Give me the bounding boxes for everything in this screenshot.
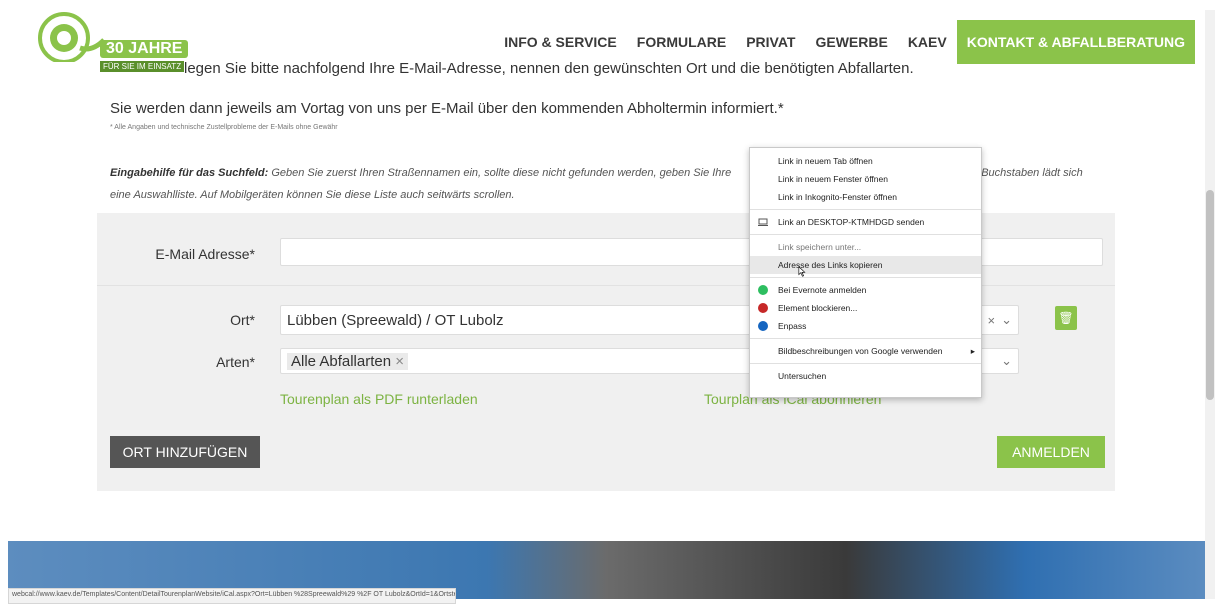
ctx-label: Adresse des Links kopieren <box>778 260 883 270</box>
ctx-label: Link in neuem Tab öffnen <box>778 156 873 166</box>
ctx-google-image-descriptions[interactable]: Bildbeschreibungen von Google verwenden ▸ <box>750 342 981 360</box>
ctx-separator <box>750 277 981 278</box>
ctx-separator <box>750 234 981 235</box>
top-navigation: 30 JAHRE FÜR SIE IM EINSATZ INFO & SERVI… <box>0 10 1205 72</box>
anniversary-subtitle: FÜR SIE IM EINSATZ <box>100 61 185 72</box>
ctx-label: Enpass <box>778 321 807 331</box>
ctx-evernote[interactable]: Bei Evernote anmelden <box>750 281 981 299</box>
anniversary-badge: 30 JAHRE <box>100 40 189 58</box>
intro-line-1: legen Sie bitte nachfolgend Ihre E-Mail-… <box>184 60 914 77</box>
ctx-label: Link speichern unter... <box>778 242 862 252</box>
ctx-inspect[interactable]: Untersuchen <box>750 367 981 385</box>
ctx-save-link[interactable]: Link speichern unter... <box>750 238 981 256</box>
scrollbar-thumb[interactable] <box>1206 190 1214 400</box>
ctx-label: Untersuchen <box>778 371 827 381</box>
hint-line-2: eine Auswahlliste. Auf Mobilgeräten könn… <box>110 189 515 201</box>
tag-remove-icon[interactable]: × <box>395 353 404 370</box>
ctx-label: Link in Inkognito-Fenster öffnen <box>778 192 897 202</box>
email-label: E-Mail Adresse* <box>155 246 255 262</box>
submenu-arrow-icon: ▸ <box>970 346 975 356</box>
menu-item-kontakt[interactable]: KONTAKT & ABFALLBERATUNG <box>956 20 1195 64</box>
arten-label: Arten* <box>216 354 255 370</box>
ctx-open-new-window[interactable]: Link in neuem Fenster öffnen <box>750 170 981 188</box>
kaev-logo[interactable] <box>30 12 110 62</box>
cursor-icon <box>798 266 806 277</box>
ctx-label: Element blockieren... <box>778 303 858 313</box>
ctx-separator <box>750 363 981 364</box>
menu-item-kaev[interactable]: KAEV <box>898 20 957 64</box>
context-menu: Link in neuem Tab öffnen Link in neuem F… <box>749 147 982 398</box>
menu-item-formulare[interactable]: FORMULARE <box>627 20 736 64</box>
scrollbar[interactable] <box>1205 10 1215 599</box>
ctx-separator <box>750 338 981 339</box>
ctx-open-new-tab[interactable]: Link in neuem Tab öffnen <box>750 152 981 170</box>
arten-tag-label: Alle Abfallarten <box>291 352 392 370</box>
arten-tag: Alle Abfallarten × <box>287 352 409 370</box>
ort-value: Lübben (Spreewald) / OT Lubolz <box>287 311 504 329</box>
add-location-button[interactable]: ORT HINZUFÜGEN <box>110 436 260 468</box>
menu-item-info-service[interactable]: INFO & SERVICE <box>494 20 627 64</box>
ctx-block-element[interactable]: Element blockieren... <box>750 299 981 317</box>
status-bar-url: webcal://www.kaev.de/Templates/Content/D… <box>8 588 456 604</box>
ctx-send-to-device[interactable]: Link an DESKTOP-KTMHDGD senden <box>750 213 981 231</box>
ctx-separator <box>750 209 981 210</box>
ctx-open-incognito[interactable]: Link in Inkognito-Fenster öffnen <box>750 188 981 206</box>
submit-button[interactable]: ANMELDEN <box>997 436 1105 468</box>
device-icon <box>758 218 768 226</box>
ctx-enpass[interactable]: Enpass <box>750 317 981 335</box>
trash-icon: 🗑 <box>1058 311 1074 325</box>
evernote-icon <box>758 285 768 295</box>
main-menu: INFO & SERVICE FORMULARE PRIVAT GEWERBE … <box>494 20 1195 64</box>
clear-icon[interactable]: × <box>988 313 996 328</box>
intro-line-2: Sie werden dann jeweils am Vortag von un… <box>110 100 784 117</box>
ctx-label: Bei Evernote anmelden <box>778 285 867 295</box>
delete-location-button[interactable]: 🗑 <box>1055 306 1077 330</box>
chevron-down-icon[interactable]: ⌄ <box>1001 353 1012 369</box>
hint-text-b: Buchstaben lädt sich <box>981 167 1083 179</box>
ctx-label: Link in neuem Fenster öffnen <box>778 174 888 184</box>
ort-label: Ort* <box>230 312 255 328</box>
ctx-copy-link-address[interactable]: Adresse des Links kopieren <box>750 256 981 277</box>
chevron-down-icon[interactable]: ⌄ <box>1001 312 1012 328</box>
hint-text-a: Geben Sie zuerst Ihren Straßennamen ein,… <box>268 167 732 179</box>
disclaimer: * Alle Angaben und technische Zustellpro… <box>110 124 338 131</box>
hint-label: Eingabehilfe für das Suchfeld: <box>110 167 269 179</box>
pdf-download-link[interactable]: Tourenplan als PDF runterladen <box>280 391 478 407</box>
ctx-label: Link an DESKTOP-KTMHDGD senden <box>778 217 925 227</box>
ctx-label: Bildbeschreibungen von Google verwenden <box>778 346 943 356</box>
menu-item-gewerbe[interactable]: GEWERBE <box>805 20 897 64</box>
ublock-icon <box>758 303 768 313</box>
menu-item-privat[interactable]: PRIVAT <box>736 20 805 64</box>
enpass-icon <box>758 321 768 331</box>
